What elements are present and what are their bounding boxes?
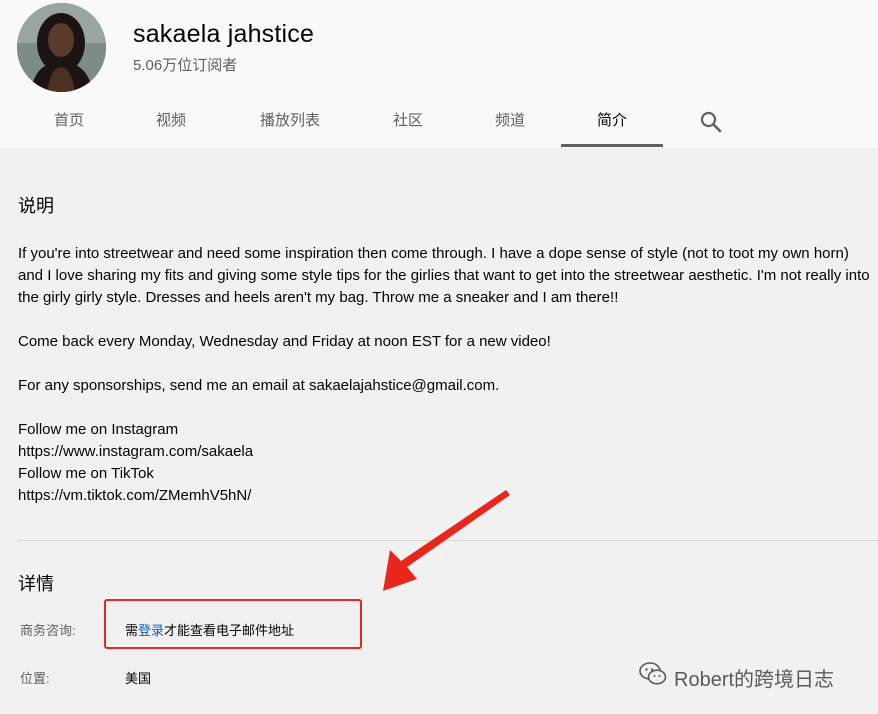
tab-playlists[interactable]: 播放列表	[249, 97, 331, 145]
tab-home[interactable]: 首页	[42, 97, 96, 145]
instagram-link[interactable]: https://www.instagram.com/sakaela	[18, 441, 873, 463]
channel-description: If you're into streetwear and need some …	[18, 243, 873, 507]
channel-avatar[interactable]	[17, 3, 106, 92]
tab-channels[interactable]: 频道	[483, 97, 537, 145]
about-content: 说明 If you're into streetwear and need so…	[0, 148, 878, 714]
avatar-image	[17, 3, 106, 92]
description-title: 说明	[18, 196, 54, 216]
description-line: Follow me on TikTok	[18, 465, 154, 482]
watermark-text: Robert的跨境日志	[674, 668, 835, 691]
tab-community[interactable]: 社区	[381, 97, 435, 145]
subscriber-count: 5.06万位订阅者	[133, 57, 238, 74]
description-paragraph: Come back every Monday, Wednesday and Fr…	[18, 333, 551, 350]
channel-header: sakaela jahstice 5.06万位订阅者 首页 视频 播放列表 社区…	[0, 0, 878, 148]
tab-videos[interactable]: 视频	[144, 97, 198, 145]
location-value: 美国	[125, 671, 152, 686]
channel-name: sakaela jahstice	[133, 20, 315, 48]
annotation-arrow	[370, 486, 520, 601]
annotation-highlight-box	[104, 599, 362, 649]
location-label: 位置:	[20, 671, 50, 686]
channel-tabs: 首页 视频 播放列表 社区 频道 简介	[0, 97, 878, 148]
description-paragraph: If you're into streetwear and need some …	[18, 245, 870, 306]
description-line: Follow me on Instagram	[18, 421, 179, 438]
search-icon[interactable]	[698, 109, 724, 135]
watermark: Robert的跨境日志	[638, 662, 834, 692]
business-inquiries-label: 商务咨询:	[20, 623, 76, 638]
wechat-icon	[638, 661, 668, 693]
description-paragraph: For any sponsorships, send me an email a…	[18, 377, 500, 394]
tab-about[interactable]: 简介	[561, 97, 663, 147]
details-title: 详情	[18, 574, 54, 594]
